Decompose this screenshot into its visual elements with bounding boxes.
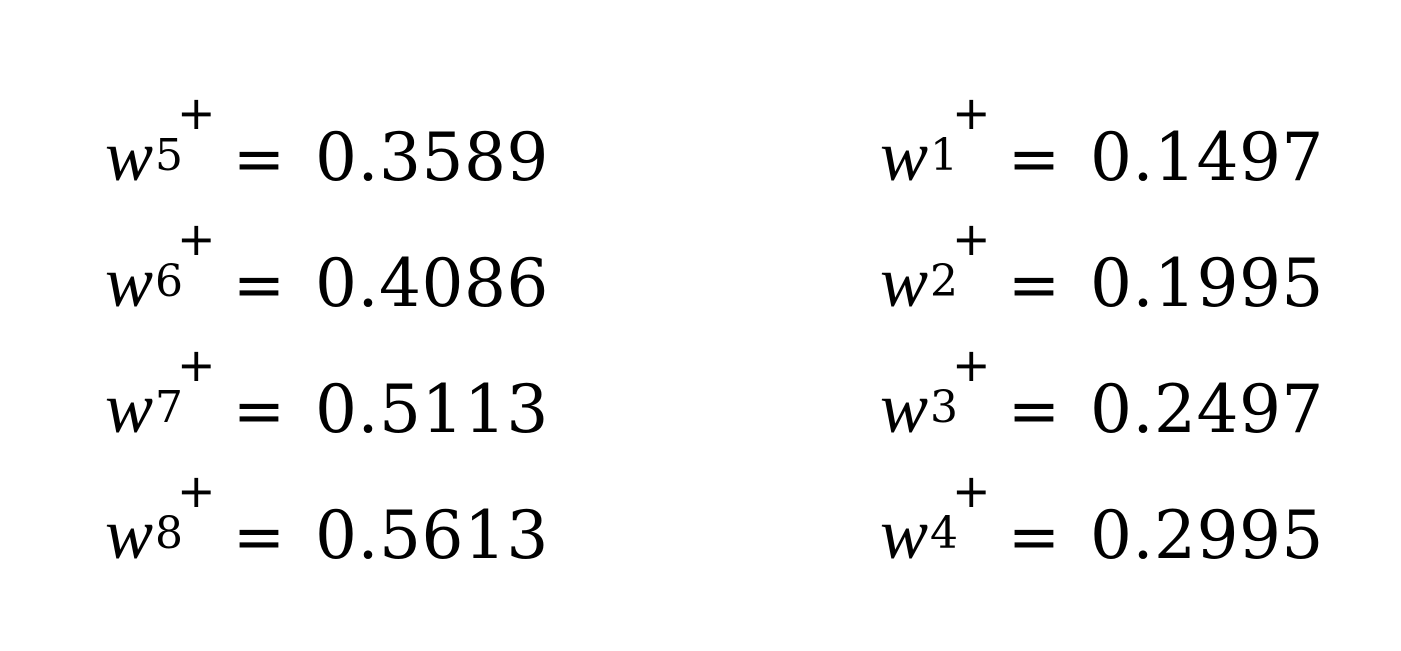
weight-subscript: 8 xyxy=(155,508,184,559)
subscript-superscript: 7 + xyxy=(153,342,216,433)
weight-symbol: w xyxy=(105,494,154,574)
subscript-superscript: 4 + xyxy=(928,468,991,559)
weight-symbol: w xyxy=(105,242,154,322)
weight-equation-w6: w 6 + = 0.4086 xyxy=(105,216,549,348)
weight-subscript: 1 xyxy=(930,130,959,181)
weight-symbol: w xyxy=(880,116,929,196)
weight-superscript: + xyxy=(952,212,991,266)
weight-subscript: 3 xyxy=(930,382,959,433)
weight-value: 0.2995 xyxy=(1089,497,1324,574)
equals-sign: = xyxy=(233,500,285,573)
weight-equation-w1: w 1 + = 0.1497 xyxy=(880,90,1324,222)
equation-sheet: w 5 + = 0.3589 w 6 + = 0.4086 w 7 + = 0. xyxy=(0,0,1401,651)
weight-value: 0.2497 xyxy=(1089,371,1324,448)
weight-superscript: + xyxy=(177,86,216,140)
subscript-superscript: 8 + xyxy=(153,468,216,559)
subscript-superscript: 6 + xyxy=(153,216,216,307)
subscript-superscript: 1 + xyxy=(928,90,991,181)
weight-subscript: 4 xyxy=(930,508,959,559)
equals-sign: = xyxy=(1008,374,1060,447)
equals-sign: = xyxy=(233,122,285,195)
weight-equation-w5: w 5 + = 0.3589 xyxy=(105,90,549,222)
weight-subscript: 2 xyxy=(930,256,959,307)
weight-value: 0.3589 xyxy=(314,119,549,196)
weight-superscript: + xyxy=(952,464,991,518)
weight-equation-w7: w 7 + = 0.5113 xyxy=(105,342,549,474)
weight-symbol: w xyxy=(880,368,929,448)
equals-sign: = xyxy=(1008,122,1060,195)
weight-superscript: + xyxy=(177,464,216,518)
weight-value: 0.4086 xyxy=(314,245,549,322)
equals-sign: = xyxy=(1008,248,1060,321)
equals-sign: = xyxy=(233,248,285,321)
weight-value: 0.5113 xyxy=(314,371,549,448)
weight-value: 0.1995 xyxy=(1089,245,1324,322)
weight-value: 0.5613 xyxy=(314,497,549,574)
left-equation-column: w 5 + = 0.3589 w 6 + = 0.4086 w 7 + = 0. xyxy=(105,90,549,600)
weight-subscript: 5 xyxy=(155,130,184,181)
weight-symbol: w xyxy=(880,242,929,322)
weight-symbol: w xyxy=(105,368,154,448)
right-equation-column: w 1 + = 0.1497 w 2 + = 0.1995 w 3 + = 0. xyxy=(880,90,1324,600)
weight-subscript: 7 xyxy=(155,382,184,433)
weight-value: 0.1497 xyxy=(1089,119,1324,196)
weight-equation-w2: w 2 + = 0.1995 xyxy=(880,216,1324,348)
weight-symbol: w xyxy=(880,494,929,574)
weight-superscript: + xyxy=(952,86,991,140)
weight-superscript: + xyxy=(952,338,991,392)
weight-equation-w4: w 4 + = 0.2995 xyxy=(880,468,1324,600)
weight-symbol: w xyxy=(105,116,154,196)
subscript-superscript: 2 + xyxy=(928,216,991,307)
subscript-superscript: 3 + xyxy=(928,342,991,433)
weight-equation-w3: w 3 + = 0.2497 xyxy=(880,342,1324,474)
weight-superscript: + xyxy=(177,338,216,392)
subscript-superscript: 5 + xyxy=(153,90,216,181)
weight-subscript: 6 xyxy=(155,256,184,307)
weight-superscript: + xyxy=(177,212,216,266)
equals-sign: = xyxy=(1008,500,1060,573)
equals-sign: = xyxy=(233,374,285,447)
weight-equation-w8: w 8 + = 0.5613 xyxy=(105,468,549,600)
